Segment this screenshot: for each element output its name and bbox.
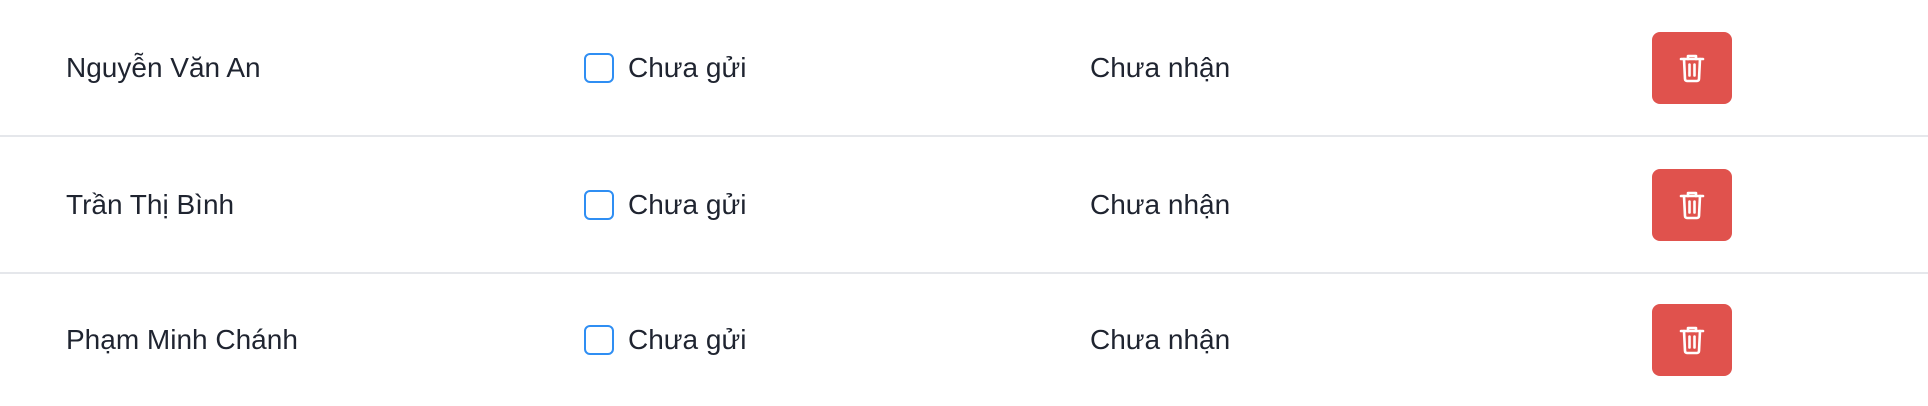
delete-button[interactable]: [1652, 304, 1732, 376]
recipient-table: Nguyễn Văn An Chưa gửi Chưa nhận Trần Th…: [0, 0, 1928, 406]
trash-icon: [1679, 325, 1705, 355]
sent-checkbox[interactable]: [584, 52, 614, 83]
sent-status[interactable]: Chưa gửi: [584, 188, 746, 222]
trash-icon: [1679, 190, 1705, 220]
table-row: Phạm Minh Chánh Chưa gửi Chưa nhận: [0, 274, 1928, 406]
received-status: Chưa nhận: [1090, 188, 1231, 220]
sent-label: Chưa gửi: [628, 188, 747, 220]
trash-icon: [1679, 53, 1705, 83]
received-status: Chưa nhận: [1090, 324, 1231, 355]
received-status: Chưa nhận: [1090, 51, 1231, 83]
delete-button[interactable]: [1652, 31, 1732, 104]
delete-button[interactable]: [1652, 168, 1732, 241]
table-row: Nguyễn Văn An Chưa gửi Chưa nhận: [0, 0, 1928, 137]
sent-status[interactable]: Chưa gửi: [584, 323, 746, 357]
table-row: Trần Thị Bình Chưa gửi Chưa nhận: [0, 137, 1928, 274]
sent-label: Chưa gửi: [628, 51, 747, 83]
recipient-name: Nguyễn Văn An: [66, 51, 261, 83]
sent-checkbox[interactable]: [584, 189, 614, 220]
sent-status[interactable]: Chưa gửi: [584, 51, 746, 85]
recipient-name: Phạm Minh Chánh: [66, 324, 298, 355]
sent-checkbox[interactable]: [584, 325, 614, 355]
sent-label: Chưa gửi: [628, 324, 747, 355]
recipient-name: Trần Thị Bình: [66, 188, 235, 220]
